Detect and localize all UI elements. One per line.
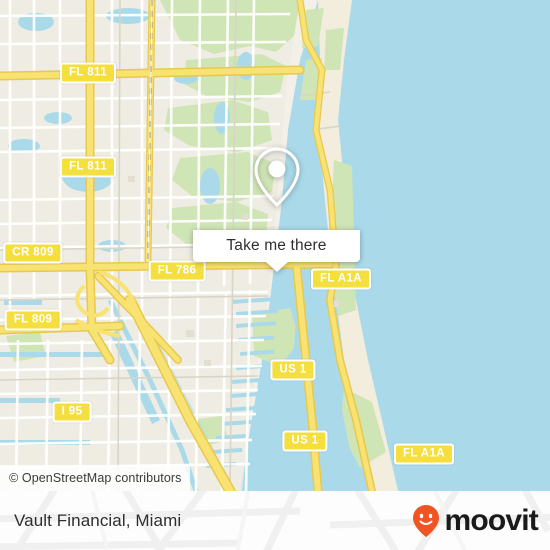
- map-attribution[interactable]: © OpenStreetMap contributors: [0, 465, 190, 491]
- map-screenshot: FL 811 FL 811 CR 809 FL 786 FL A1A FL 809 US 1…: [0, 0, 550, 550]
- road-shield: FL 786: [148, 260, 206, 282]
- moovit-smiley-pin-icon: [413, 504, 440, 537]
- road-shield: US 1: [282, 430, 328, 452]
- road-shield: FL 811: [60, 156, 116, 178]
- footer-bar: Vault Financial, Miami moovit: [0, 491, 550, 550]
- place-title: Vault Financial, Miami: [14, 491, 181, 550]
- place-title-text: Vault Financial, Miami: [14, 510, 182, 530]
- moovit-wordmark: moovit: [444, 503, 538, 537]
- road-shield: I 95: [52, 401, 92, 423]
- road-shield: FL A1A: [310, 268, 372, 290]
- popup-tail: [265, 262, 288, 272]
- road-shield-label: US 1: [279, 363, 307, 376]
- road-shield-label: FL 809: [13, 313, 53, 326]
- road-shield-label: FL 811: [69, 66, 107, 79]
- road-shield: FL A1A: [393, 443, 455, 465]
- road-shield-label: FL 786: [157, 264, 197, 277]
- road-shield-label: I 95: [61, 405, 83, 418]
- road-shield: FL 811: [60, 62, 116, 84]
- popup-action-bar[interactable]: Take me there: [193, 230, 360, 272]
- road-shield: US 1: [270, 359, 316, 381]
- attribution-text: © OpenStreetMap contributors: [9, 471, 182, 485]
- map-pin-icon: [253, 147, 300, 208]
- road-shield-label: FL A1A: [319, 272, 363, 285]
- road-shield-label: US 1: [291, 434, 319, 447]
- take-me-there-popup[interactable]: Take me there: [193, 124, 360, 272]
- popup-header: [193, 124, 360, 230]
- road-shield-label: CR 809: [12, 246, 54, 259]
- road-shield-label: FL A1A: [402, 447, 446, 460]
- moovit-logo[interactable]: moovit: [411, 491, 539, 550]
- take-me-there-label: Take me there: [226, 237, 327, 254]
- road-shield-label: FL 811: [69, 160, 107, 173]
- road-shield: FL 809: [4, 309, 62, 331]
- road-shield: CR 809: [3, 242, 63, 264]
